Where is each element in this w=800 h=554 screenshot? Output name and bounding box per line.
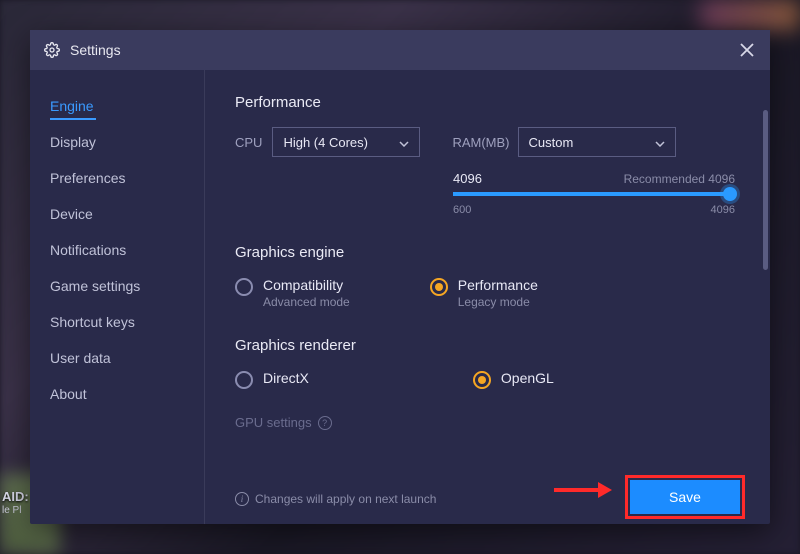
sidebar-item-game-settings[interactable]: Game settings — [50, 268, 204, 304]
radio-label: Performance — [458, 277, 538, 293]
cpu-select[interactable]: High (4 Cores) — [272, 127, 420, 157]
gpu-settings-heading: GPU settings ? — [235, 415, 740, 430]
radio-label: DirectX — [263, 370, 309, 386]
sidebar-item-notifications[interactable]: Notifications — [50, 232, 204, 268]
sidebar-item-shortcut-keys[interactable]: Shortcut keys — [50, 304, 204, 340]
radio-sublabel: Advanced mode — [263, 295, 350, 309]
sidebar-item-preferences[interactable]: Preferences — [50, 160, 204, 196]
sidebar: Engine Display Preferences Device Notifi… — [30, 70, 205, 524]
ram-max-label: 4096 — [711, 204, 735, 216]
gear-icon — [44, 42, 60, 58]
slider-fill — [453, 192, 729, 196]
radio-compatibility[interactable]: Compatibility Advanced mode — [235, 277, 350, 309]
save-button[interactable]: Save — [630, 480, 740, 514]
graphics-engine-heading: Graphics engine — [235, 244, 740, 261]
radio-label: OpenGL — [501, 370, 554, 386]
background-text-fragment-2: le Pl — [2, 505, 21, 516]
radio-performance[interactable]: Performance Legacy mode — [430, 277, 538, 309]
sidebar-item-device[interactable]: Device — [50, 196, 204, 232]
radio-opengl[interactable]: OpenGL — [473, 370, 554, 389]
radio-icon — [235, 278, 253, 296]
radio-icon — [235, 371, 253, 389]
radio-icon — [430, 278, 448, 296]
window-title: Settings — [70, 42, 121, 58]
cpu-select-value: High (4 Cores) — [283, 135, 368, 150]
radio-sublabel: Legacy mode — [458, 295, 538, 309]
settings-content: Performance CPU High (4 Cores) RAM(MB) C… — [205, 70, 770, 524]
sidebar-item-engine[interactable]: Engine — [50, 88, 204, 124]
chevron-down-icon — [399, 135, 409, 150]
ram-select-value: Custom — [529, 135, 574, 150]
slider-thumb[interactable] — [723, 187, 737, 201]
settings-modal: Settings Engine Display Preferences Devi… — [30, 30, 770, 524]
ram-slider[interactable] — [453, 192, 735, 196]
help-icon[interactable]: ? — [318, 416, 332, 430]
cpu-label: CPU — [235, 135, 262, 150]
radio-directx[interactable]: DirectX — [235, 370, 309, 389]
titlebar: Settings — [30, 30, 770, 70]
radio-icon — [473, 371, 491, 389]
info-icon: i — [235, 492, 249, 506]
chevron-down-icon — [655, 135, 665, 150]
ram-recommended-label: Recommended 4096 — [624, 172, 735, 186]
ram-select[interactable]: Custom — [518, 127, 676, 157]
modal-body: Engine Display Preferences Device Notifi… — [30, 70, 770, 524]
ram-current-value: 4096 — [453, 171, 482, 186]
radio-label: Compatibility — [263, 277, 350, 293]
close-button[interactable] — [738, 41, 756, 59]
notice-text: i Changes will apply on next launch — [235, 492, 436, 506]
annotation-arrow — [552, 481, 612, 504]
sidebar-item-user-data[interactable]: User data — [50, 340, 204, 376]
ram-min-label: 600 — [453, 204, 471, 216]
graphics-renderer-heading: Graphics renderer — [235, 337, 740, 354]
ram-label: RAM(MB) — [452, 135, 509, 150]
sidebar-item-display[interactable]: Display — [50, 124, 204, 160]
sidebar-item-about[interactable]: About — [50, 376, 204, 412]
scrollbar[interactable] — [763, 110, 768, 270]
performance-heading: Performance — [235, 94, 740, 111]
